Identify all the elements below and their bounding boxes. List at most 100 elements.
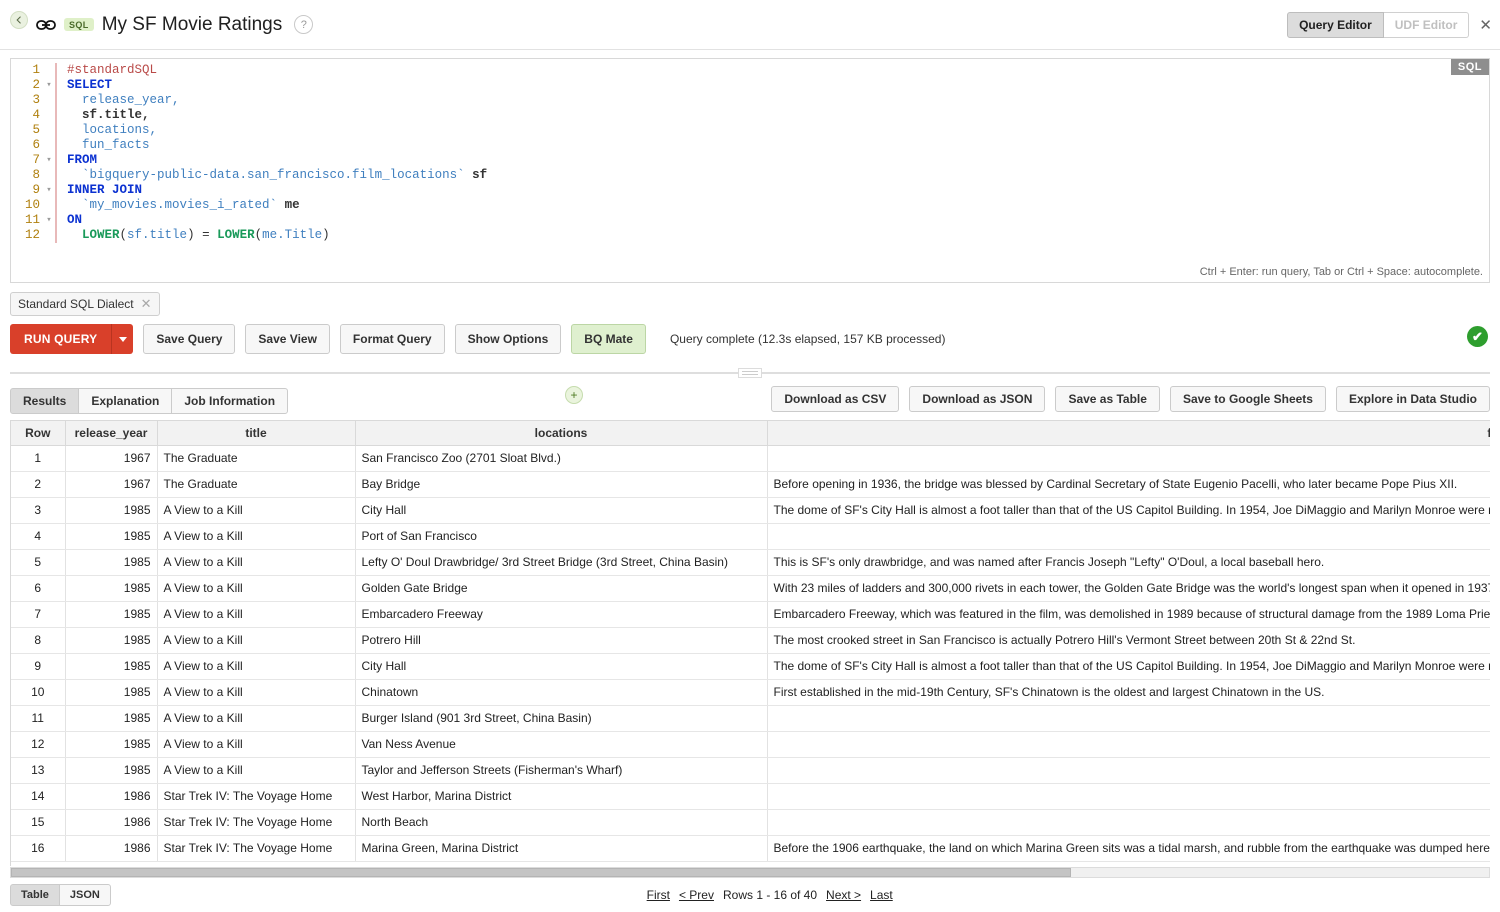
cell-locations: Potrero Hill [355, 627, 768, 654]
link-glyph [36, 19, 56, 30]
panel-splitter[interactable] [10, 368, 1490, 378]
table-row[interactable]: 14 1986 Star Trek IV: The Voyage Home West … [11, 783, 1490, 810]
view-toggle-table[interactable]: Table [10, 884, 60, 906]
cell-row-number: 15 [11, 809, 66, 836]
view-toggle-json[interactable]: JSON [58, 884, 111, 906]
cell-locations: City Hall [355, 497, 768, 524]
cell-release-year: 1986 [65, 809, 158, 836]
table-row[interactable]: 4 1985 A View to a Kill Port of San Francis… [11, 523, 1490, 550]
table-row[interactable]: 1 1967 The Graduate San Francisco Zoo (2701… [11, 445, 1490, 472]
horizontal-scrollbar[interactable] [10, 867, 1490, 878]
cell-row-number: 4 [11, 523, 66, 550]
tab-job-information[interactable]: Job Information [171, 388, 289, 414]
add-tab-icon[interactable]: + [565, 386, 583, 404]
results-table-container[interactable]: Row release_year title locations fun_fac… [10, 420, 1490, 866]
table-row[interactable]: 12 1985 A View to a Kill Van Ness Avenue [11, 731, 1490, 758]
save-view-button[interactable]: Save View [245, 324, 330, 354]
table-row[interactable]: 9 1985 A View to a Kill City Hall The dome o… [11, 653, 1490, 680]
run-query-button[interactable]: RUN QUERY [10, 324, 112, 354]
table-row[interactable]: 11 1985 A View to a Kill Burger Island (901… [11, 705, 1490, 732]
cell-row-number: 11 [11, 705, 66, 732]
cell-title: A View to a Kill [157, 653, 356, 680]
save-as-table-button[interactable]: Save as Table [1055, 386, 1160, 412]
collapse-left-icon[interactable] [10, 10, 28, 29]
table-row[interactable]: 15 1986 Star Trek IV: The Voyage Home North… [11, 809, 1490, 836]
format-query-button[interactable]: Format Query [339, 324, 445, 354]
results-actions: Download as CSV Download as JSON Save as… [761, 386, 1490, 412]
table-row[interactable]: 2 1967 The Graduate Bay Bridge Before openin… [11, 471, 1490, 498]
cell-fun-facts [767, 523, 1490, 550]
column-header-title[interactable]: title [157, 421, 356, 446]
table-row[interactable]: 6 1985 A View to a Kill Golden Gate Bridge W… [11, 575, 1490, 602]
cell-release-year: 1967 [65, 445, 158, 472]
pagination-prev[interactable]: < Prev [679, 888, 714, 902]
cell-fun-facts: With 23 miles of ladders and 300,000 riv… [767, 575, 1490, 602]
pagination-first[interactable]: First [647, 888, 670, 902]
cell-locations: Chinatown [355, 679, 768, 706]
cell-title: A View to a Kill [157, 705, 356, 732]
save-to-google-sheets-button[interactable]: Save to Google Sheets [1169, 386, 1326, 412]
table-row[interactable]: 3 1985 A View to a Kill City Hall The dome o… [11, 497, 1490, 524]
tab-query-editor[interactable]: Query Editor [1287, 12, 1384, 38]
cell-locations: Burger Island (901 3rd Street, China Bas… [355, 705, 768, 732]
close-icon[interactable]: ✕ [141, 296, 152, 312]
bq-mate-button[interactable]: BQ Mate [571, 324, 646, 354]
dialect-chip[interactable]: Standard SQL Dialect ✕ [10, 292, 160, 316]
cell-row-number: 7 [11, 601, 66, 628]
help-icon[interactable]: ? [294, 15, 314, 34]
table-row[interactable]: 7 1985 A View to a Kill Embarcadero Freeway… [11, 601, 1490, 628]
cell-title: Star Trek IV: The Voyage Home [157, 783, 356, 810]
pagination: First < Prev Rows 1 - 16 of 40 Next > La… [647, 888, 893, 902]
show-options-button[interactable]: Show Options [454, 324, 562, 354]
column-header-fun-facts[interactable]: fun_facts [767, 421, 1490, 446]
table-row[interactable]: 13 1985 A View to a Kill Taylor and Jeffers… [11, 757, 1490, 784]
cell-row-number: 2 [11, 471, 66, 498]
tab-explanation[interactable]: Explanation [78, 388, 173, 414]
download-as-csv-button[interactable]: Download as CSV [771, 386, 900, 412]
cell-fun-facts [767, 783, 1490, 810]
cell-release-year: 1985 [65, 705, 158, 732]
run-query-dropdown-button[interactable] [111, 324, 134, 354]
view-toggle: Table JSON [10, 884, 111, 906]
download-as-json-button[interactable]: Download as JSON [909, 386, 1046, 412]
sql-code-text[interactable]: #standardSQL SELECT release_year, sf.titl… [57, 63, 1489, 243]
cell-row-number: 3 [11, 497, 66, 524]
table-row[interactable]: 5 1985 A View to a Kill Lefty O' Doul Drawb… [11, 549, 1490, 576]
cell-locations: Golden Gate Bridge [355, 575, 768, 602]
pagination-last[interactable]: Last [870, 888, 893, 902]
save-query-button[interactable]: Save Query [143, 324, 236, 354]
cell-title: A View to a Kill [157, 575, 356, 602]
cell-row-number: 6 [11, 575, 66, 602]
close-icon[interactable]: ✕ [1479, 18, 1492, 33]
explore-in-data-studio-button[interactable]: Explore in Data Studio [1335, 386, 1490, 412]
cell-row-number: 14 [11, 783, 66, 810]
table-row[interactable]: 16 1986 Star Trek IV: The Voyage Home Marin… [11, 835, 1490, 862]
cell-fun-facts [767, 731, 1490, 758]
query-action-bar: RUN QUERY Save Query Save View Format Qu… [10, 324, 1490, 354]
scrollbar-thumb[interactable] [11, 868, 1071, 877]
sql-badge-chip: SQL [64, 18, 94, 31]
cell-row-number: 16 [11, 835, 66, 862]
code-fold-column[interactable]: ▾ ▾ ▾ ▾ [43, 63, 55, 243]
table-row[interactable]: 8 1985 A View to a Kill Potrero Hill The mos… [11, 627, 1490, 654]
link-icon[interactable] [36, 18, 56, 32]
column-header-row[interactable]: Row [11, 421, 66, 446]
cell-title: A View to a Kill [157, 549, 356, 576]
splitter-grip[interactable] [738, 368, 762, 378]
pagination-next[interactable]: Next > [826, 888, 861, 902]
cell-row-number: 10 [11, 679, 66, 706]
query-editor[interactable]: SQL 1 2 3 4 5 6 7 8 9 10 11 12 ▾ ▾ ▾ ▾ #standardSQL… [10, 58, 1490, 283]
cell-release-year: 1985 [65, 731, 158, 758]
tab-results[interactable]: Results [10, 388, 80, 414]
cell-row-number: 8 [11, 627, 66, 654]
column-header-locations[interactable]: locations [355, 421, 768, 446]
run-query-group[interactable]: RUN QUERY [10, 324, 134, 354]
cell-locations: North Beach [355, 809, 768, 836]
cell-title: The Graduate [157, 445, 356, 472]
cell-row-number: 13 [11, 757, 66, 784]
code-area[interactable]: 1 2 3 4 5 6 7 8 9 10 11 12 ▾ ▾ ▾ ▾ #standardSQL SELE… [11, 59, 1489, 243]
column-header-release-year[interactable]: release_year [65, 421, 158, 446]
table-row[interactable]: 10 1985 A View to a Kill Chinatown First est… [11, 679, 1490, 706]
cell-fun-facts [767, 705, 1490, 732]
tab-udf-editor[interactable]: UDF Editor [1383, 12, 1470, 38]
